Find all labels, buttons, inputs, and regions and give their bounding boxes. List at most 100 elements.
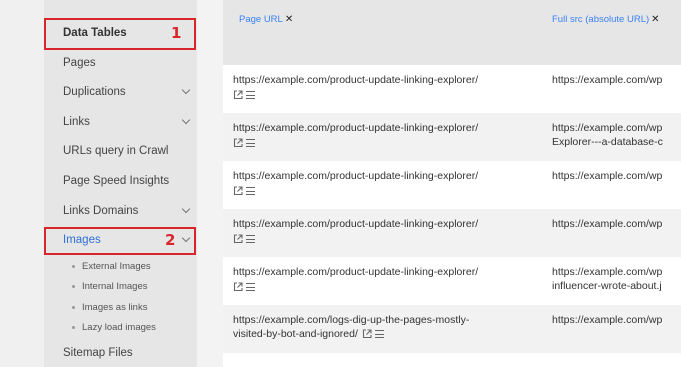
menu-icon[interactable] [246, 91, 255, 100]
sidebar-item-label: Sitemap Files [63, 347, 133, 359]
cell-page-url: https://example.com/logs-dig-up-the-page… [233, 313, 533, 341]
cell-full-src: https://example.com/wp influencer-wrote-a… [552, 265, 681, 293]
sidebar-subitem-label: Images as links [82, 301, 148, 313]
bullet-icon [72, 265, 75, 268]
cell-full-src: https://example.com/wp [552, 217, 681, 231]
cell-full-src: https://example.com/wp [552, 313, 681, 327]
cell-text[interactable]: https://example.com/product-update-linki… [233, 265, 533, 279]
table-row: https://example.com/product-update-linki… [223, 257, 681, 305]
cell-text[interactable]: visited-by-bot-and-ignored/ [233, 327, 533, 341]
app-root: Data Tables Pages Duplications Links URL… [0, 0, 681, 367]
bullet-icon [72, 285, 75, 288]
sidebar-item-page-speed[interactable]: Page Speed Insights [44, 167, 197, 195]
cell-page-url: https://example.com/product-update-linki… [233, 73, 533, 101]
cell-full-src: https://example.com/wp Explorer---a-datab… [552, 121, 681, 149]
chevron-down-icon[interactable] [181, 85, 191, 95]
sidebar-subitem-internal-images[interactable]: Internal Images [44, 277, 197, 295]
menu-icon[interactable] [246, 235, 255, 244]
url-text[interactable]: https://example.com/logs-dig-up-the-page… [233, 314, 469, 326]
url-text[interactable]: https://example.com/product-update-linki… [233, 122, 478, 134]
cell-text[interactable]: https://example.com/wp [552, 265, 681, 279]
cell-text[interactable]: Explorer---a-database-c [552, 135, 681, 149]
sidebar-item-urls-query[interactable]: URLs query in Crawl [44, 137, 197, 165]
cell-text[interactable]: https://example.com/wp [552, 217, 681, 231]
row-actions [233, 90, 255, 100]
content-gutter [197, 0, 223, 367]
sidebar-item-sitemap-files[interactable]: Sitemap Files [44, 339, 197, 367]
external-link-icon[interactable] [233, 186, 243, 196]
table-row: https://example.com/product-update-linki… [223, 65, 681, 113]
cell-text[interactable]: https://example.com/product-update-linki… [233, 121, 533, 135]
sidebar-item-links-domains[interactable]: Links Domains [44, 197, 197, 225]
sidebar: Data Tables Pages Duplications Links URL… [44, 0, 197, 367]
url-text[interactable]: https://example.com/product-update-linki… [233, 266, 478, 278]
table-header: Page URL ✕ Full src (absolute URL) ✕ [223, 0, 681, 65]
menu-icon[interactable] [246, 283, 255, 292]
menu-icon[interactable] [246, 139, 255, 148]
table-row: https://example.com/product-update-linki… [223, 161, 681, 209]
sidebar-item-label: URLs query in Crawl [63, 145, 169, 157]
external-link-icon[interactable] [233, 282, 243, 292]
chevron-down-icon[interactable] [181, 204, 191, 214]
external-link-icon[interactable] [233, 234, 243, 244]
url-text[interactable]: https://example.com/product-update-linki… [233, 170, 478, 182]
sidebar-subitem-images-as-links[interactable]: Images as links [44, 298, 197, 316]
sidebar-item-label: Links [63, 116, 90, 128]
cell-page-url: https://example.com/product-update-linki… [233, 169, 533, 197]
sidebar-item-duplications[interactable]: Duplications [44, 78, 197, 106]
sidebar-subitem-label: Lazy load images [82, 321, 156, 333]
cell-full-src: https://example.com/wp [552, 73, 681, 87]
row-actions [233, 282, 255, 292]
annotation-badge-2: 2 [165, 231, 176, 249]
table-row: https://example.com/logs-dig-up-the-page… [223, 305, 681, 353]
cell-text[interactable]: https://example.com/wp [552, 169, 681, 183]
sidebar-item-label: Pages [63, 57, 96, 69]
left-strip [0, 0, 44, 367]
sidebar-item-pages[interactable]: Pages [44, 49, 197, 77]
sidebar-item-label: Duplications [63, 86, 126, 98]
external-link-icon[interactable] [362, 329, 372, 339]
cell-text[interactable]: https://example.com/logs-dig-up-the-page… [233, 313, 533, 327]
sidebar-subitem-external-images[interactable]: External Images [44, 257, 197, 275]
url-text[interactable]: https://example.com/product-update-linki… [233, 74, 478, 86]
column-header-full-src[interactable]: Full src (absolute URL) ✕ [552, 14, 660, 25]
cell-text[interactable]: https://example.com/product-update-linki… [233, 73, 533, 87]
close-icon[interactable]: ✕ [285, 14, 293, 25]
cell-text[interactable]: https://example.com/product-update-linki… [233, 169, 533, 183]
row-actions [233, 186, 255, 196]
row-actions [233, 138, 255, 148]
cell-page-url: https://example.com/product-update-linki… [233, 265, 533, 293]
sidebar-item-links[interactable]: Links [44, 108, 197, 136]
cell-page-url: https://example.com/product-update-linki… [233, 121, 533, 149]
sidebar-item-label: Links Domains [63, 205, 139, 217]
external-link-icon[interactable] [233, 90, 243, 100]
url-text[interactable]: https://example.com/product-update-linki… [233, 218, 478, 230]
cell-page-url: https://example.com/product-update-linki… [233, 217, 533, 245]
url-text[interactable]: visited-by-bot-and-ignored/ [233, 328, 358, 340]
column-header-label: Page URL [239, 14, 283, 25]
bullet-icon [72, 306, 75, 309]
sidebar-item-label: Page Speed Insights [63, 175, 170, 187]
chevron-down-icon[interactable] [181, 115, 191, 125]
column-header-page-url[interactable]: Page URL ✕ [239, 14, 293, 25]
cell-text[interactable]: https://example.com/product-update-linki… [233, 217, 533, 231]
sidebar-subitem-label: Internal Images [82, 280, 148, 292]
cell-text[interactable]: https://example.com/wp [552, 121, 681, 135]
external-link-icon[interactable] [233, 138, 243, 148]
sidebar-subitem-label: External Images [82, 260, 151, 272]
table-row: https://example.com/product-update-linki… [223, 113, 681, 161]
data-table: Page URL ✕ Full src (absolute URL) ✕ https… [223, 0, 681, 367]
column-header-label: Full src (absolute URL) [552, 14, 650, 25]
cell-full-src: https://example.com/wp [552, 169, 681, 183]
cell-text[interactable]: https://example.com/wp [552, 73, 681, 87]
menu-icon[interactable] [374, 330, 384, 339]
sidebar-subitem-lazy-load-images[interactable]: Lazy load images [44, 318, 197, 336]
menu-icon[interactable] [246, 187, 255, 196]
cell-text[interactable]: influencer-wrote-about.j [552, 279, 681, 293]
bullet-icon [72, 326, 75, 329]
row-actions [233, 234, 255, 244]
cell-text[interactable]: https://example.com/wp [552, 313, 681, 327]
annotation-badge-1: 1 [171, 24, 182, 42]
close-icon[interactable]: ✕ [651, 14, 659, 25]
table-row: https://example.com/product-update-linki… [223, 209, 681, 257]
